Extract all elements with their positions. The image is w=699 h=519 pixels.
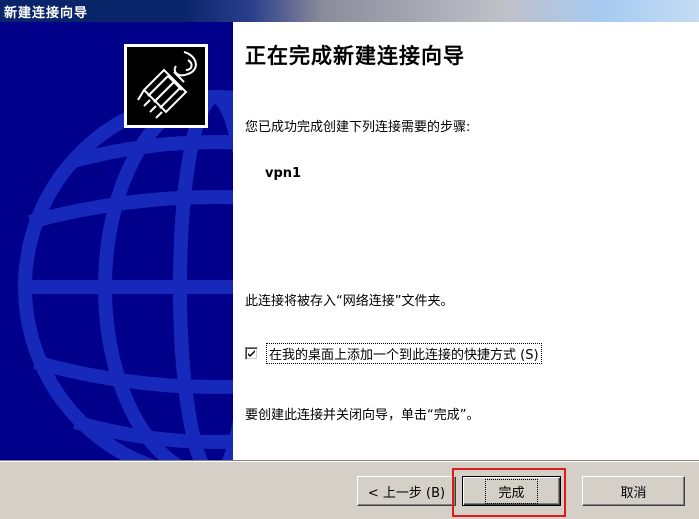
page-title: 正在完成新建连接向导 xyxy=(245,44,465,68)
finish-button-label: 完成 xyxy=(485,478,538,504)
finish-button[interactable]: 完成 xyxy=(462,476,561,506)
desktop-shortcut-label[interactable]: 在我的桌面上添加一个到此连接的快捷方式 (S) xyxy=(266,342,542,364)
title-bar[interactable]: 新建连接向导 xyxy=(0,0,699,22)
summary-text: 您已成功完成创建下列连接需要的步骤: xyxy=(245,120,471,135)
wizard-content: 正在完成新建连接向导 您已成功完成创建下列连接需要的步骤: vpn1 此连接将被… xyxy=(233,22,699,460)
desktop-shortcut-option[interactable]: 在我的桌面上添加一个到此连接的快捷方式 (S) xyxy=(245,342,542,364)
wizard-artwork-panel xyxy=(0,22,233,460)
checkmark-icon xyxy=(248,349,255,357)
desktop-shortcut-checkbox[interactable] xyxy=(245,346,258,360)
save-location-note: 此连接将被存入“网络连接”文件夹。 xyxy=(245,294,454,309)
connection-name: vpn1 xyxy=(265,166,302,181)
network-cable-icon xyxy=(124,44,208,128)
finish-instruction: 要创建此连接并关闭向导，单击“完成”。 xyxy=(245,408,480,423)
window-title: 新建连接向导 xyxy=(4,6,89,21)
cancel-button[interactable]: 取消 xyxy=(582,476,685,506)
back-button[interactable]: < 上一步 (B) xyxy=(357,476,456,506)
button-bar: < 上一步 (B) 完成 取消 xyxy=(0,460,699,519)
separator-highlight xyxy=(0,461,699,462)
